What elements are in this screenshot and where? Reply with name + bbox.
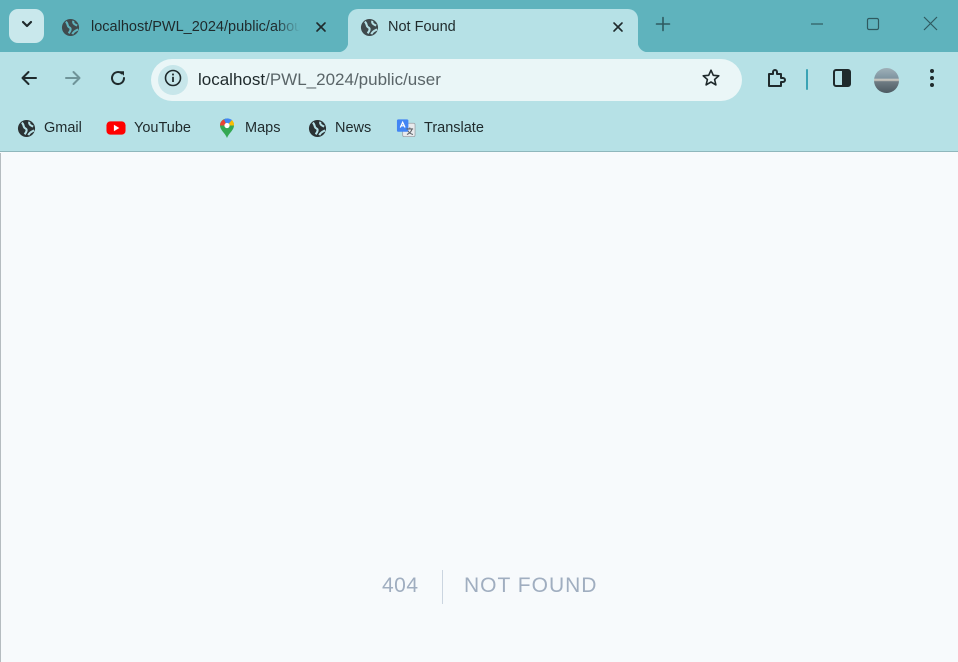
bookmark-label: News — [335, 120, 372, 136]
globe-icon — [60, 17, 80, 37]
bookmark-star-button[interactable] — [699, 68, 723, 92]
window-close-button[interactable] — [916, 12, 944, 40]
back-button[interactable] — [15, 66, 43, 94]
translate-icon — [396, 118, 416, 138]
arrow-left-icon — [20, 69, 38, 92]
side-panel-icon — [832, 68, 852, 93]
globe-icon — [16, 118, 36, 138]
new-tab-button[interactable] — [652, 15, 674, 37]
tab-strip: localhost/PWL_2024/public/about Not Foun… — [0, 0, 958, 52]
bookmark-label: Gmail — [44, 120, 82, 136]
page-content: 404 NOT FOUND — [0, 153, 958, 662]
chevron-down-icon — [20, 17, 34, 36]
bookmarks-bar: Gmail YouTube Maps News Translate — [0, 107, 958, 152]
reload-button[interactable] — [104, 66, 132, 94]
more-vert-icon — [929, 68, 935, 93]
toolbar-separator — [806, 69, 808, 90]
globe-icon — [307, 118, 327, 138]
close-icon[interactable] — [311, 17, 331, 37]
address-bar[interactable]: localhost/PWL_2024/public/user — [151, 59, 742, 101]
globe-icon — [359, 17, 379, 37]
minimize-icon — [810, 17, 824, 36]
bookmark-maps[interactable]: Maps — [217, 117, 280, 139]
tab-title: localhost/PWL_2024/public/about — [91, 19, 300, 35]
maps-pin-icon — [217, 117, 237, 138]
star-icon — [701, 68, 721, 93]
url-path: /PWL_2024/public/user — [265, 70, 441, 89]
side-panel-button[interactable] — [828, 66, 856, 94]
error-message: NOT FOUND — [464, 574, 598, 597]
info-icon — [164, 69, 182, 92]
minimize-button[interactable] — [803, 12, 831, 40]
bookmark-label: Maps — [245, 120, 281, 136]
puzzle-icon — [765, 67, 787, 94]
url-host: localhost — [198, 70, 266, 89]
forward-button[interactable] — [59, 66, 87, 94]
bookmark-news[interactable]: News — [307, 117, 371, 139]
close-icon[interactable] — [608, 17, 628, 37]
error-code: 404 — [382, 574, 419, 597]
tab-search-button[interactable] — [9, 9, 44, 43]
browser-toolbar: localhost/PWL_2024/public/user — [0, 52, 958, 107]
tab-not-found[interactable]: Not Found — [338, 9, 648, 52]
plus-icon — [655, 16, 671, 37]
url-text[interactable]: localhost/PWL_2024/public/user — [198, 70, 441, 90]
reload-icon — [109, 69, 127, 92]
bookmark-gmail[interactable]: Gmail — [16, 117, 82, 139]
bookmark-translate[interactable]: Translate — [396, 117, 484, 139]
site-info-button[interactable] — [158, 65, 188, 95]
error-divider — [442, 570, 443, 604]
bookmark-youtube[interactable]: YouTube — [106, 117, 191, 139]
menu-button[interactable] — [918, 66, 946, 94]
maximize-button[interactable] — [859, 12, 887, 40]
bookmark-label: YouTube — [134, 120, 191, 136]
close-icon — [923, 16, 938, 36]
profile-avatar[interactable] — [874, 68, 899, 93]
tab-about[interactable]: localhost/PWL_2024/public/about — [52, 9, 344, 52]
extensions-button[interactable] — [762, 66, 790, 94]
youtube-icon — [106, 118, 126, 138]
bookmark-label: Translate — [424, 120, 484, 136]
tab-title: Not Found — [388, 19, 456, 35]
arrow-right-icon — [64, 69, 82, 92]
maximize-icon — [866, 17, 880, 36]
